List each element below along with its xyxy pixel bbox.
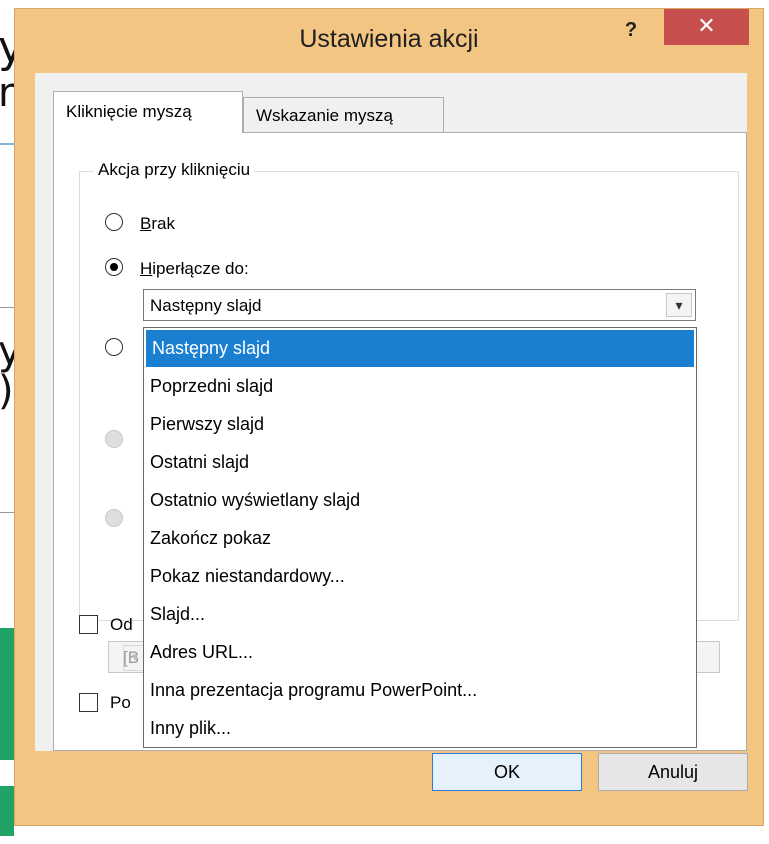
option-other-file[interactable]: Inny plik... — [144, 710, 696, 747]
tab-label: Kliknięcie myszą — [66, 102, 192, 121]
play-sound-checkbox[interactable] — [79, 615, 98, 634]
close-button[interactable]: ✕ — [664, 9, 749, 45]
background-divider — [0, 512, 14, 513]
option-url[interactable]: Adres URL... — [144, 634, 696, 671]
option-next-slide[interactable]: Następny slajd — [146, 330, 694, 367]
radio-object-action — [105, 509, 123, 527]
tab-mouse-over[interactable]: Wskazanie myszą — [243, 97, 444, 133]
background-fragment: r — [0, 70, 15, 116]
radio-hyperlink-label[interactable]: Hiperłącze do: — [140, 259, 249, 279]
radio-run-macro — [105, 430, 123, 448]
group-title: Akcja przy kliknięciu — [94, 160, 255, 180]
radio-none-label[interactable]: Brak — [140, 214, 175, 234]
background-divider — [0, 307, 14, 308]
option-last-slide[interactable]: Ostatni slajd — [144, 444, 696, 481]
tab-mouse-click[interactable]: Kliknięcie myszą — [53, 91, 243, 133]
play-sound-label: Od — [110, 615, 133, 634]
highlight-click-label: Po — [110, 693, 131, 712]
background-green-block — [0, 786, 14, 836]
option-last-viewed-slide[interactable]: Ostatnio wyświetlany slajd — [144, 482, 696, 519]
radio-run-program[interactable] — [105, 338, 123, 356]
option-custom-show[interactable]: Pokaz niestandardowy... — [144, 558, 696, 595]
tab-label: Wskazanie myszą — [256, 106, 393, 125]
option-other-presentation[interactable]: Inna prezentacja programu PowerPoint... — [144, 672, 696, 709]
highlight-click-checkbox[interactable] — [79, 693, 98, 712]
chevron-down-icon[interactable]: ▾ — [666, 293, 692, 317]
hyperlink-options-list: Następny slajd Poprzedni slajd Pierwszy … — [143, 327, 697, 748]
ok-button[interactable]: OK — [432, 753, 582, 791]
cancel-button[interactable]: Anuluj — [598, 753, 748, 791]
hyperlink-target-dropdown[interactable]: Następny slajd ▾ — [143, 289, 696, 321]
background-fragment: ) — [0, 368, 14, 414]
radio-hyperlink[interactable] — [105, 258, 123, 276]
radio-none[interactable] — [105, 213, 123, 231]
hyperlink-target-value: Następny slajd — [150, 296, 262, 315]
option-slide[interactable]: Slajd... — [144, 596, 696, 633]
help-button[interactable]: ? — [611, 15, 651, 45]
title-bar[interactable]: Ustawienia akcji ? ✕ — [15, 9, 763, 77]
option-end-show[interactable]: Zakończ pokaz — [144, 520, 696, 557]
background-divider — [0, 143, 14, 145]
background-green-block — [0, 628, 14, 760]
option-previous-slide[interactable]: Poprzedni slajd — [144, 368, 696, 405]
action-settings-dialog: Ustawienia akcji ? ✕ Kliknięcie myszą Ws… — [14, 8, 764, 826]
option-first-slide[interactable]: Pierwszy slajd — [144, 406, 696, 443]
